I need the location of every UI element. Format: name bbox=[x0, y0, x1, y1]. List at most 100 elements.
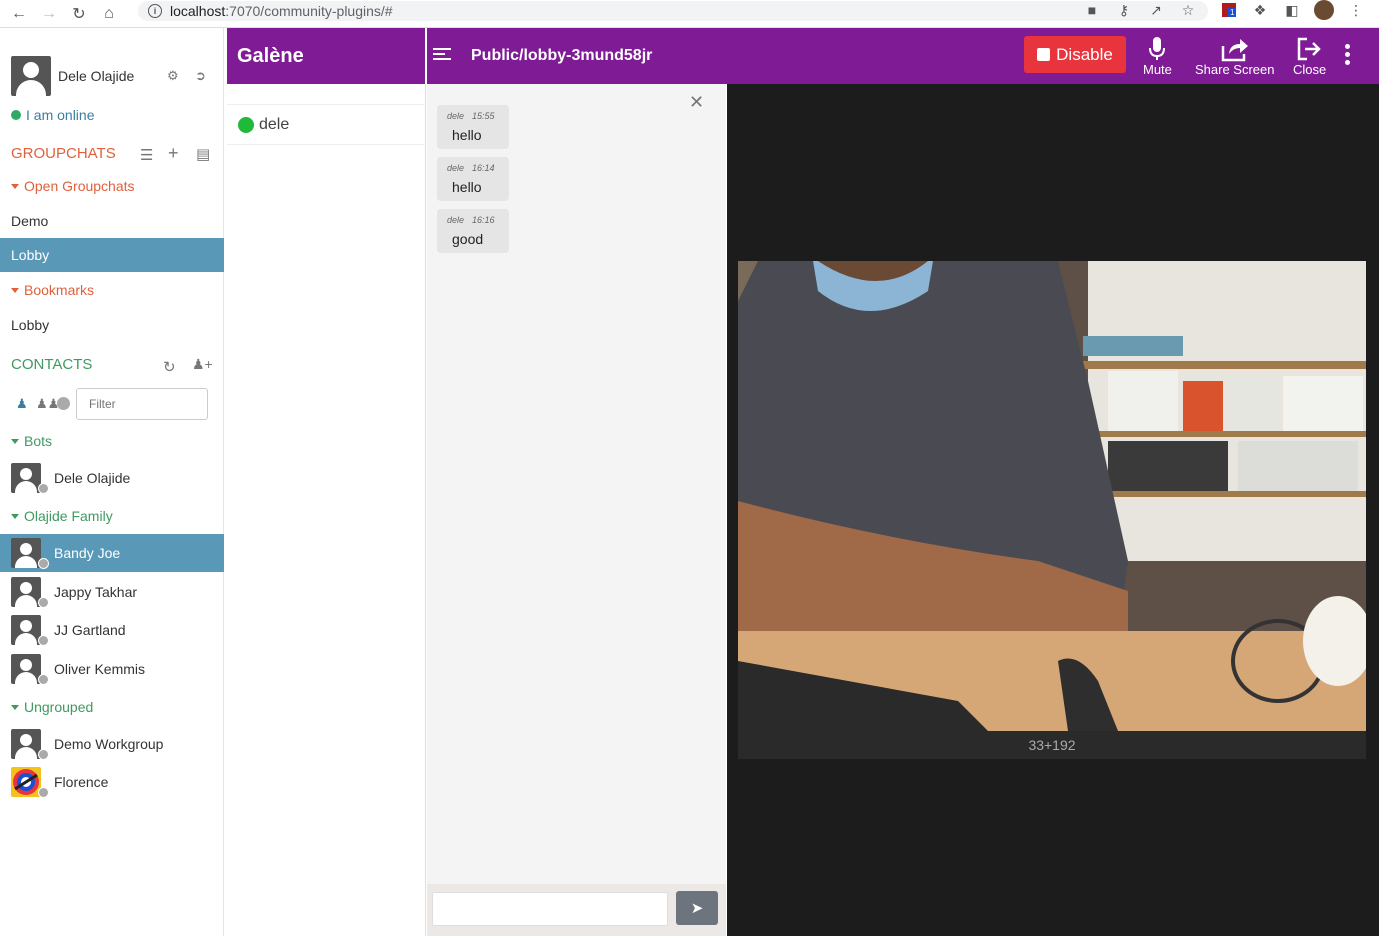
group-label: Olajide Family bbox=[24, 508, 113, 524]
star-icon[interactable]: ☆ bbox=[1177, 0, 1199, 20]
user-name: dele bbox=[259, 115, 290, 133]
caret-down-icon bbox=[11, 438, 19, 444]
message-text: hello bbox=[452, 179, 482, 195]
presence-dot bbox=[38, 749, 49, 760]
contact-dele-olajide[interactable]: Dele Olajide bbox=[0, 459, 224, 497]
room-label: Demo bbox=[11, 213, 49, 229]
presence-dot bbox=[38, 635, 49, 646]
contact-name: Jappy Takhar bbox=[54, 584, 138, 600]
message-time: 15:55 bbox=[472, 111, 495, 121]
profile-avatar[interactable] bbox=[1313, 0, 1335, 20]
site-info-icon[interactable]: i bbox=[148, 4, 162, 18]
chat-input[interactable] bbox=[432, 892, 668, 926]
address-bar[interactable]: i localhost:7070/community-plugins/# bbox=[138, 1, 1208, 21]
avatar bbox=[11, 729, 41, 759]
extension-badge-count: 1 bbox=[1228, 8, 1237, 17]
presence-filter-icon[interactable] bbox=[57, 397, 70, 410]
key-icon[interactable]: ⚷ bbox=[1113, 0, 1135, 20]
room-label: Lobby bbox=[11, 247, 50, 263]
share-screen-button[interactable]: Share Screen bbox=[1195, 36, 1275, 80]
bookmark-item-lobby[interactable]: Lobby bbox=[0, 308, 224, 342]
close-label: Close bbox=[1293, 62, 1327, 77]
contact-name: JJ Gartland bbox=[54, 622, 126, 638]
group-family-toggle[interactable]: Olajide Family bbox=[11, 508, 113, 524]
close-chat-icon[interactable]: ✕ bbox=[689, 92, 704, 113]
presence-dot bbox=[38, 558, 49, 569]
room-item-demo[interactable]: Demo bbox=[0, 204, 224, 238]
chat-message: dele 16:14 hello bbox=[437, 157, 509, 201]
caret-down-icon bbox=[11, 513, 19, 519]
group-bots-toggle[interactable]: Bots bbox=[11, 433, 52, 449]
profile-name: Dele Olajide bbox=[58, 68, 135, 84]
more-options-icon[interactable] bbox=[1345, 44, 1351, 65]
contact-jappy-takhar[interactable]: Jappy Takhar bbox=[0, 573, 224, 611]
contacts-filter-input[interactable] bbox=[76, 388, 208, 420]
status-text: I am online bbox=[26, 107, 95, 123]
chat-input-area: ➤ bbox=[427, 884, 726, 936]
sidepanel-icon[interactable]: ◧ bbox=[1281, 0, 1303, 20]
user-filter-icon[interactable]: ♟ bbox=[16, 396, 28, 412]
group-label: Bots bbox=[24, 433, 53, 449]
refresh-icon[interactable]: ↻ bbox=[163, 358, 176, 376]
list-rooms-icon[interactable]: ☰ bbox=[140, 146, 153, 164]
mute-label: Mute bbox=[1143, 62, 1172, 77]
camera-icon[interactable]: ■ bbox=[1081, 0, 1103, 20]
webcam-image bbox=[738, 261, 1366, 731]
back-icon[interactable]: ← bbox=[8, 3, 30, 25]
mute-button[interactable]: Mute bbox=[1143, 36, 1172, 80]
contact-name: Florence bbox=[54, 774, 109, 790]
chat-message: dele 15:55 hello bbox=[437, 105, 509, 149]
browser-toolbar: ← → ↻ ⌂ i localhost:7070/community-plugi… bbox=[0, 0, 1379, 28]
sidebar: Dele Olajide ⚙ ➲ I am online GROUPCHATS … bbox=[0, 28, 224, 936]
video-area: 33+192 bbox=[727, 84, 1379, 936]
bookmarks-list-icon[interactable]: ▤ bbox=[196, 145, 210, 163]
status-selector[interactable]: I am online bbox=[11, 107, 94, 123]
add-groupchat-icon[interactable]: + bbox=[168, 143, 179, 164]
add-contact-icon[interactable]: ♟+ bbox=[192, 356, 213, 373]
forward-icon[interactable]: → bbox=[38, 3, 60, 25]
message-user: dele bbox=[447, 163, 465, 173]
room-item-lobby[interactable]: Lobby bbox=[0, 238, 224, 272]
bookmarks-toggle[interactable]: Bookmarks bbox=[11, 282, 94, 298]
stop-icon bbox=[1037, 48, 1051, 61]
url-host: localhost bbox=[170, 3, 226, 19]
share-icon[interactable]: ↗ bbox=[1145, 0, 1167, 20]
message-text: hello bbox=[452, 127, 482, 143]
caret-down-icon bbox=[11, 704, 19, 710]
open-groupchats-label: Open Groupchats bbox=[24, 178, 135, 194]
user-item-dele[interactable]: dele bbox=[227, 105, 426, 145]
reload-icon[interactable]: ↻ bbox=[68, 3, 90, 25]
puzzle-icon[interactable]: ❖ bbox=[1249, 0, 1271, 20]
disable-label: Disable bbox=[1056, 44, 1113, 64]
contact-jj-gartland[interactable]: JJ Gartland bbox=[0, 611, 224, 649]
disable-button[interactable]: Disable bbox=[1024, 36, 1126, 73]
send-icon: ➤ bbox=[690, 900, 704, 917]
home-icon[interactable]: ⌂ bbox=[98, 3, 120, 25]
contact-name: Demo Workgroup bbox=[54, 736, 164, 752]
avatar bbox=[11, 615, 41, 645]
open-groupchats-toggle[interactable]: Open Groupchats bbox=[11, 178, 135, 194]
group-filter-icon[interactable]: ♟♟ bbox=[36, 396, 59, 412]
users-pane: dele bbox=[227, 84, 426, 936]
contact-bandy-joe[interactable]: Bandy Joe bbox=[0, 534, 224, 572]
message-time: 16:14 bbox=[472, 163, 495, 173]
groupchats-heading: GROUPCHATS bbox=[11, 145, 116, 162]
send-button[interactable]: ➤ bbox=[676, 891, 718, 925]
video-stream[interactable] bbox=[738, 261, 1366, 731]
settings-icon[interactable]: ⚙ bbox=[167, 68, 179, 84]
avatar[interactable] bbox=[11, 56, 51, 96]
contacts-heading: CONTACTS bbox=[11, 356, 93, 373]
logout-icon[interactable]: ➲ bbox=[195, 68, 206, 84]
menu-icon[interactable] bbox=[433, 48, 451, 62]
close-button[interactable]: Close bbox=[1293, 36, 1326, 80]
extension-badge-icon[interactable]: 1 bbox=[1218, 0, 1240, 20]
room-title: Public/lobby-3mund58jr bbox=[471, 47, 653, 64]
group-ungrouped-toggle[interactable]: Ungrouped bbox=[11, 699, 93, 715]
contact-florence[interactable]: Florence bbox=[0, 763, 224, 801]
browser-menu-icon[interactable]: ⋮ bbox=[1345, 0, 1367, 20]
avatar bbox=[11, 767, 41, 797]
share-screen-icon bbox=[1220, 36, 1250, 62]
contact-name: Bandy Joe bbox=[54, 545, 121, 561]
contact-demo-workgroup[interactable]: Demo Workgroup bbox=[0, 725, 224, 763]
contact-oliver-kemmis[interactable]: Oliver Kemmis bbox=[0, 650, 224, 688]
